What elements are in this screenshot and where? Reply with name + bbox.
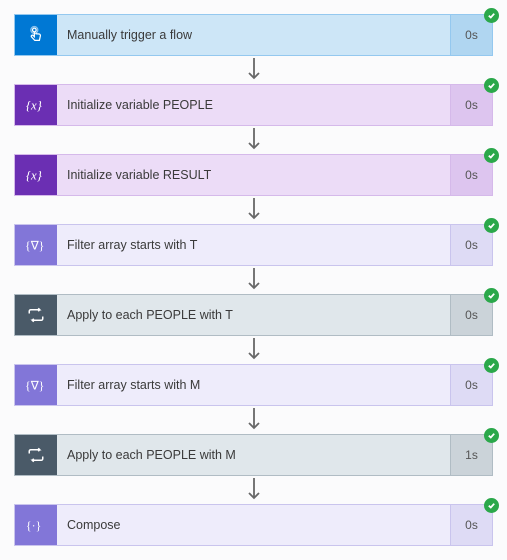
- success-check-icon: [484, 428, 499, 443]
- svg-text:{x}: {x}: [26, 169, 43, 183]
- success-check-icon: [484, 78, 499, 93]
- flow-step[interactable]: {∇}Filter array starts with M0s: [14, 364, 493, 406]
- flow-step[interactable]: {∇}Filter array starts with T0s: [14, 224, 493, 266]
- flow-run-diagram: Manually trigger a flow0s {x} Initialize v…: [14, 14, 493, 546]
- flow-arrow-icon: [14, 196, 493, 224]
- step-label: Filter array starts with M: [57, 365, 450, 405]
- svg-text:{∇}: {∇}: [25, 379, 44, 393]
- var-icon: {x}: [15, 155, 57, 195]
- flow-step[interactable]: Apply to each PEOPLE with M1s: [14, 434, 493, 476]
- step-label: Compose: [57, 505, 450, 545]
- flow-arrow-icon: [14, 126, 493, 154]
- svg-text:{x}: {x}: [26, 99, 43, 113]
- flow-step[interactable]: Manually trigger a flow0s: [14, 14, 493, 56]
- compose-icon: {·}: [15, 505, 57, 545]
- success-check-icon: [484, 8, 499, 23]
- flow-arrow-icon: [14, 266, 493, 294]
- success-check-icon: [484, 148, 499, 163]
- touch-icon: [15, 15, 57, 55]
- svg-text:{∇}: {∇}: [25, 239, 44, 253]
- loop-icon: [15, 435, 57, 475]
- flow-step[interactable]: {x}Initialize variable PEOPLE0s: [14, 84, 493, 126]
- step-label: Manually trigger a flow: [57, 15, 450, 55]
- flow-arrow-icon: [14, 56, 493, 84]
- success-check-icon: [484, 288, 499, 303]
- flow-arrow-icon: [14, 476, 493, 504]
- success-check-icon: [484, 358, 499, 373]
- flow-step[interactable]: {x}Initialize variable RESULT0s: [14, 154, 493, 196]
- var-icon: {x}: [15, 85, 57, 125]
- flow-step[interactable]: Apply to each PEOPLE with T0s: [14, 294, 493, 336]
- step-label: Apply to each PEOPLE with T: [57, 295, 450, 335]
- svg-text:{·}: {·}: [26, 519, 41, 533]
- success-check-icon: [484, 218, 499, 233]
- success-check-icon: [484, 498, 499, 513]
- step-label: Initialize variable RESULT: [57, 155, 450, 195]
- step-label: Apply to each PEOPLE with M: [57, 435, 450, 475]
- filter-icon: {∇}: [15, 365, 57, 405]
- flow-step[interactable]: {·}Compose0s: [14, 504, 493, 546]
- loop-icon: [15, 295, 57, 335]
- flow-arrow-icon: [14, 336, 493, 364]
- step-label: Initialize variable PEOPLE: [57, 85, 450, 125]
- filter-icon: {∇}: [15, 225, 57, 265]
- step-label: Filter array starts with T: [57, 225, 450, 265]
- flow-arrow-icon: [14, 406, 493, 434]
